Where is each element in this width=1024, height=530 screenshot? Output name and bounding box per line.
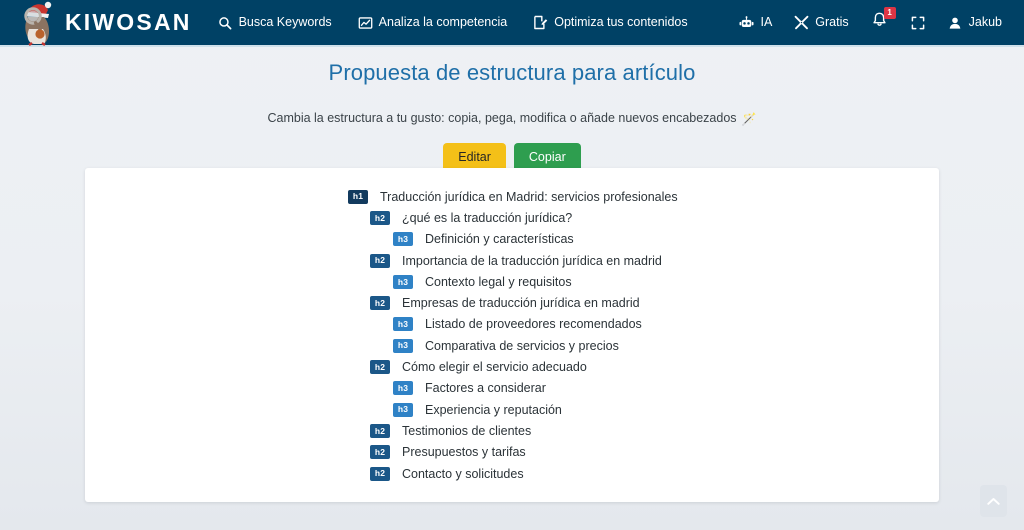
heading-level-badge: h2: [370, 296, 390, 311]
heading-text: Factores a considerar: [425, 381, 546, 396]
heading-level-badge: h3: [393, 317, 413, 332]
heading-level-badge: h3: [393, 381, 413, 396]
outline-row[interactable]: h2 Importancia de la traducción jurídica …: [85, 250, 939, 271]
heading-text: Experiencia y reputación: [425, 402, 562, 417]
outline-row[interactable]: h3 Comparativa de servicios y precios: [85, 335, 939, 356]
kiwi-mascot-logo-icon: [14, 0, 62, 46]
nav-item-ia[interactable]: IA: [739, 15, 772, 30]
magic-wand-icon: 🪄: [741, 111, 757, 126]
outline-row[interactable]: h3 Contexto legal y requisitos: [85, 271, 939, 292]
heading-level-badge: h3: [393, 338, 413, 353]
notification-count-badge: 1: [883, 6, 896, 19]
brand-name: KIWOSAN: [65, 9, 192, 35]
nav-item-label: Gratis: [815, 15, 849, 30]
heading-level-badge: h2: [370, 253, 390, 268]
fullscreen-icon: [911, 15, 926, 30]
nav-item-label: Jakub: [968, 15, 1002, 30]
outline-row[interactable]: h3 Definición y características: [85, 229, 939, 250]
page-title: Propuesta de estructura para artículo: [328, 60, 696, 85]
navbar-main-links: Busca Keywords Analiza la competencia Op…: [218, 15, 688, 30]
nav-item-optimiza-tus-contenidos[interactable]: Optimiza tus contenidos: [533, 15, 688, 30]
brand-logo[interactable]: KIWOSAN: [14, 0, 192, 46]
nav-item-user-jakub[interactable]: Jakub: [948, 15, 1002, 30]
heading-text: Testimonios de clientes: [402, 423, 532, 438]
heading-level-badge: h3: [393, 402, 413, 417]
heading-text: Contacto y solicitudes: [402, 466, 524, 481]
heading-text: Presupuestos y tarifas: [402, 445, 526, 460]
heading-text: ¿qué es la traducción jurídica?: [402, 210, 573, 225]
heading-level-badge: h2: [370, 423, 390, 438]
top-navbar: KIWOSAN Busca Keywords Analiza la compet…: [0, 0, 1024, 47]
nav-item-label: Analiza la competencia: [378, 15, 508, 30]
outline-row[interactable]: h1 Traducción jurídica en Madrid: servici…: [85, 186, 939, 207]
nav-item-label: Busca Keywords: [238, 15, 332, 30]
page-subtitle-text: Cambia la estructura a tu gusto: copia, …: [267, 110, 737, 125]
heading-text: Cómo elegir el servicio adecuado: [402, 360, 587, 375]
nav-item-label: Optimiza tus contenidos: [554, 15, 688, 30]
heading-text: Empresas de traducción jurídica en madri…: [402, 296, 640, 311]
heading-level-badge: h3: [393, 232, 413, 247]
heading-level-badge: h2: [370, 360, 390, 375]
heading-text: Comparativa de servicios y precios: [425, 338, 619, 353]
notifications-button[interactable]: 1: [871, 6, 896, 33]
outline-list: h1 Traducción jurídica en Madrid: servici…: [85, 186, 939, 484]
nav-item-busca-keywords[interactable]: Busca Keywords: [218, 15, 332, 30]
back-to-top-button[interactable]: [980, 485, 1007, 517]
app-page: KIWOSAN Busca Keywords Analiza la compet…: [0, 0, 1024, 530]
outline-row[interactable]: h2 Presupuestos y tarifas: [85, 442, 939, 463]
hero-section: Propuesta de estructura para artículo Ca…: [0, 47, 1024, 172]
outline-row[interactable]: h2 Empresas de traducción jurídica en mad…: [85, 292, 939, 313]
outline-row[interactable]: h3 Listado de proveedores recomendados: [85, 314, 939, 335]
chevron-up-icon: [987, 497, 1000, 506]
heading-level-badge: h2: [370, 210, 390, 225]
edit-document-icon: [533, 15, 548, 30]
heading-text: Listado de proveedores recomendados: [425, 317, 642, 332]
page-subtitle: Cambia la estructura a tu gusto: copia, …: [0, 110, 1024, 128]
fullscreen-button[interactable]: [911, 15, 926, 30]
outline-row[interactable]: h2 Cómo elegir el servicio adecuado: [85, 356, 939, 377]
search-icon: [218, 15, 233, 30]
heading-level-badge: h2: [370, 466, 390, 481]
chart-icon: [358, 15, 373, 30]
heading-text: Contexto legal y requisitos: [425, 274, 572, 289]
outline-card: h1 Traducción jurídica en Madrid: servici…: [85, 168, 939, 502]
outline-row[interactable]: h3 Factores a considerar: [85, 378, 939, 399]
heading-level-badge: h1: [348, 189, 368, 204]
nav-item-analiza-la-competencia[interactable]: Analiza la competencia: [358, 15, 508, 30]
outline-row[interactable]: h3 Experiencia y reputación: [85, 399, 939, 420]
user-icon: [948, 15, 963, 30]
navbar-right-links: IA Gratis 1 Jakub: [739, 6, 1008, 33]
heading-text: Importancia de la traducción jurídica en…: [402, 253, 662, 268]
outline-row[interactable]: h2 Testimonios de clientes: [85, 420, 939, 441]
outline-row[interactable]: h2 Contacto y solicitudes: [85, 463, 939, 484]
robot-icon: [739, 15, 754, 30]
heading-text: Definición y características: [425, 232, 574, 247]
nav-item-label: IA: [760, 15, 773, 30]
heading-level-badge: h3: [393, 274, 413, 289]
outline-row[interactable]: h2 ¿qué es la traducción jurídica?: [85, 207, 939, 228]
nav-item-gratis[interactable]: Gratis: [794, 15, 849, 30]
tools-icon: [794, 15, 809, 30]
heading-text: Traducción jurídica en Madrid: servicios…: [380, 189, 678, 204]
heading-level-badge: h2: [370, 445, 390, 460]
